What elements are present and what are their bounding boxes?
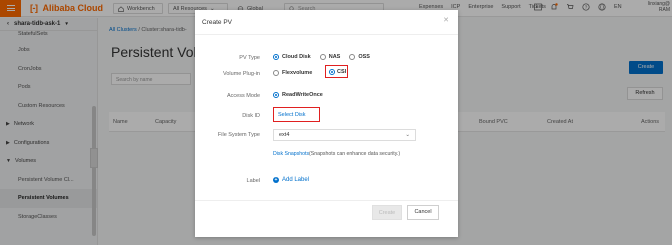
divider (195, 200, 458, 201)
pv-type-label: PV Type (239, 55, 260, 61)
cloud-disk-label[interactable]: Cloud Disk (282, 54, 311, 60)
flexvolume-label[interactable]: Flexvolume (282, 70, 312, 76)
readwriteonce-label[interactable]: ReadWriteOnce (282, 92, 323, 98)
volume-plugin-radio-group: Flexvolume (273, 70, 318, 76)
radio-oss[interactable] (349, 54, 356, 60)
select-disk-link[interactable]: Select Disk (273, 107, 320, 122)
create-button[interactable]: Create (372, 205, 402, 220)
disk-snapshots-link[interactable]: Disk Snapshots (273, 151, 309, 157)
access-mode-radio-group: ReadWriteOnce (273, 92, 329, 98)
disk-id-label: Disk ID (242, 113, 260, 119)
snapshot-hint: Disk Snapshots(Snapshots can enhance dat… (273, 151, 400, 157)
chevron-down-icon: ⌄ (405, 132, 410, 138)
radio-flexvolume[interactable] (273, 70, 279, 76)
add-label-text: Add Label (282, 177, 310, 183)
volume-plugin-label: Volume Plug-in (223, 71, 260, 77)
snapshot-hint-text: (Snapshots can enhance data security.) (309, 151, 401, 157)
divider (195, 34, 458, 35)
access-mode-label: Access Mode (226, 93, 260, 99)
cancel-button[interactable]: Cancel (407, 205, 439, 220)
radio-nas[interactable] (319, 54, 326, 60)
nas-label[interactable]: NAS (329, 54, 341, 60)
fs-type-label: File System Type (217, 132, 260, 138)
label-field-label: Label (246, 178, 260, 184)
csi-label[interactable]: CSI (337, 69, 346, 75)
close-icon[interactable]: ✕ (443, 17, 449, 24)
oss-label[interactable]: OSS (358, 54, 370, 60)
radio-csi[interactable] (329, 68, 335, 75)
create-pv-dialog: Create PV ✕ PV Type Cloud Disk NAS OSS V… (195, 10, 458, 237)
csi-option-highlight[interactable]: CSI (325, 65, 348, 78)
plus-circle-icon: + (273, 177, 279, 183)
fs-type-value: ext4 (279, 132, 290, 138)
pv-type-radio-group: Cloud Disk NAS OSS (273, 54, 376, 60)
add-label-button[interactable]: + Add Label (273, 177, 309, 183)
radio-cloud-disk[interactable] (273, 54, 279, 60)
radio-readwriteonce[interactable] (273, 92, 279, 98)
dialog-title: Create PV (202, 19, 232, 26)
fs-type-select[interactable]: ext4 ⌄ (273, 129, 416, 141)
